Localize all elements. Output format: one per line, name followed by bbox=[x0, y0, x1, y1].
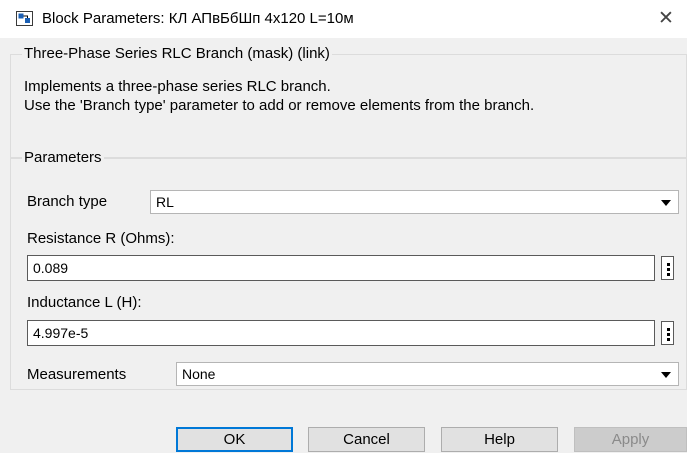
window-title: Block Parameters: КЛ АПвБбШп 4х120 L=10м bbox=[42, 10, 354, 27]
resistance-value: 0.089 bbox=[33, 260, 69, 276]
dialog-body: Three-Phase Series RLC Branch (mask) (li… bbox=[0, 38, 687, 453]
resistance-label: Resistance R (Ohms): bbox=[27, 230, 175, 247]
parameters-legend: Parameters bbox=[22, 149, 104, 167]
description-line-1: Implements a three-phase series RLC bran… bbox=[24, 78, 331, 95]
measurements-select[interactable]: None bbox=[176, 362, 679, 386]
close-icon[interactable]: ✕ bbox=[652, 6, 680, 32]
inductance-more-options-icon[interactable] bbox=[661, 321, 674, 345]
description-text: Implements a three-phase series RLC bran… bbox=[24, 77, 687, 115]
ok-button[interactable]: OK bbox=[176, 427, 293, 452]
description-line-2: Use the 'Branch type' parameter to add o… bbox=[24, 97, 535, 114]
description-legend: Three-Phase Series RLC Branch (mask) (li… bbox=[22, 45, 332, 63]
parameters-group: Parameters Branch type RL Resistance R (… bbox=[10, 149, 687, 390]
measurements-label: Measurements bbox=[27, 366, 127, 383]
measurements-value: None bbox=[182, 366, 216, 382]
branch-type-label: Branch type bbox=[27, 193, 108, 210]
resistance-more-options-icon[interactable] bbox=[661, 256, 674, 280]
title-bar[interactable]: Block Parameters: КЛ АПвБбШп 4х120 L=10м… bbox=[0, 0, 687, 38]
apply-button[interactable]: Apply bbox=[574, 427, 687, 452]
branch-type-select[interactable]: RL bbox=[150, 190, 679, 214]
resistance-input[interactable]: 0.089 bbox=[27, 255, 655, 281]
inductance-value: 4.997e-5 bbox=[33, 325, 89, 341]
chevron-down-icon bbox=[661, 200, 671, 206]
inductance-label: Inductance L (H): bbox=[27, 294, 142, 311]
cancel-button[interactable]: Cancel bbox=[308, 427, 425, 452]
simulink-block-icon bbox=[16, 11, 33, 26]
chevron-down-icon bbox=[661, 372, 671, 378]
inductance-input[interactable]: 4.997e-5 bbox=[27, 320, 655, 346]
branch-type-value: RL bbox=[156, 194, 174, 210]
help-button[interactable]: Help bbox=[441, 427, 558, 452]
description-group: Three-Phase Series RLC Branch (mask) (li… bbox=[10, 45, 687, 158]
